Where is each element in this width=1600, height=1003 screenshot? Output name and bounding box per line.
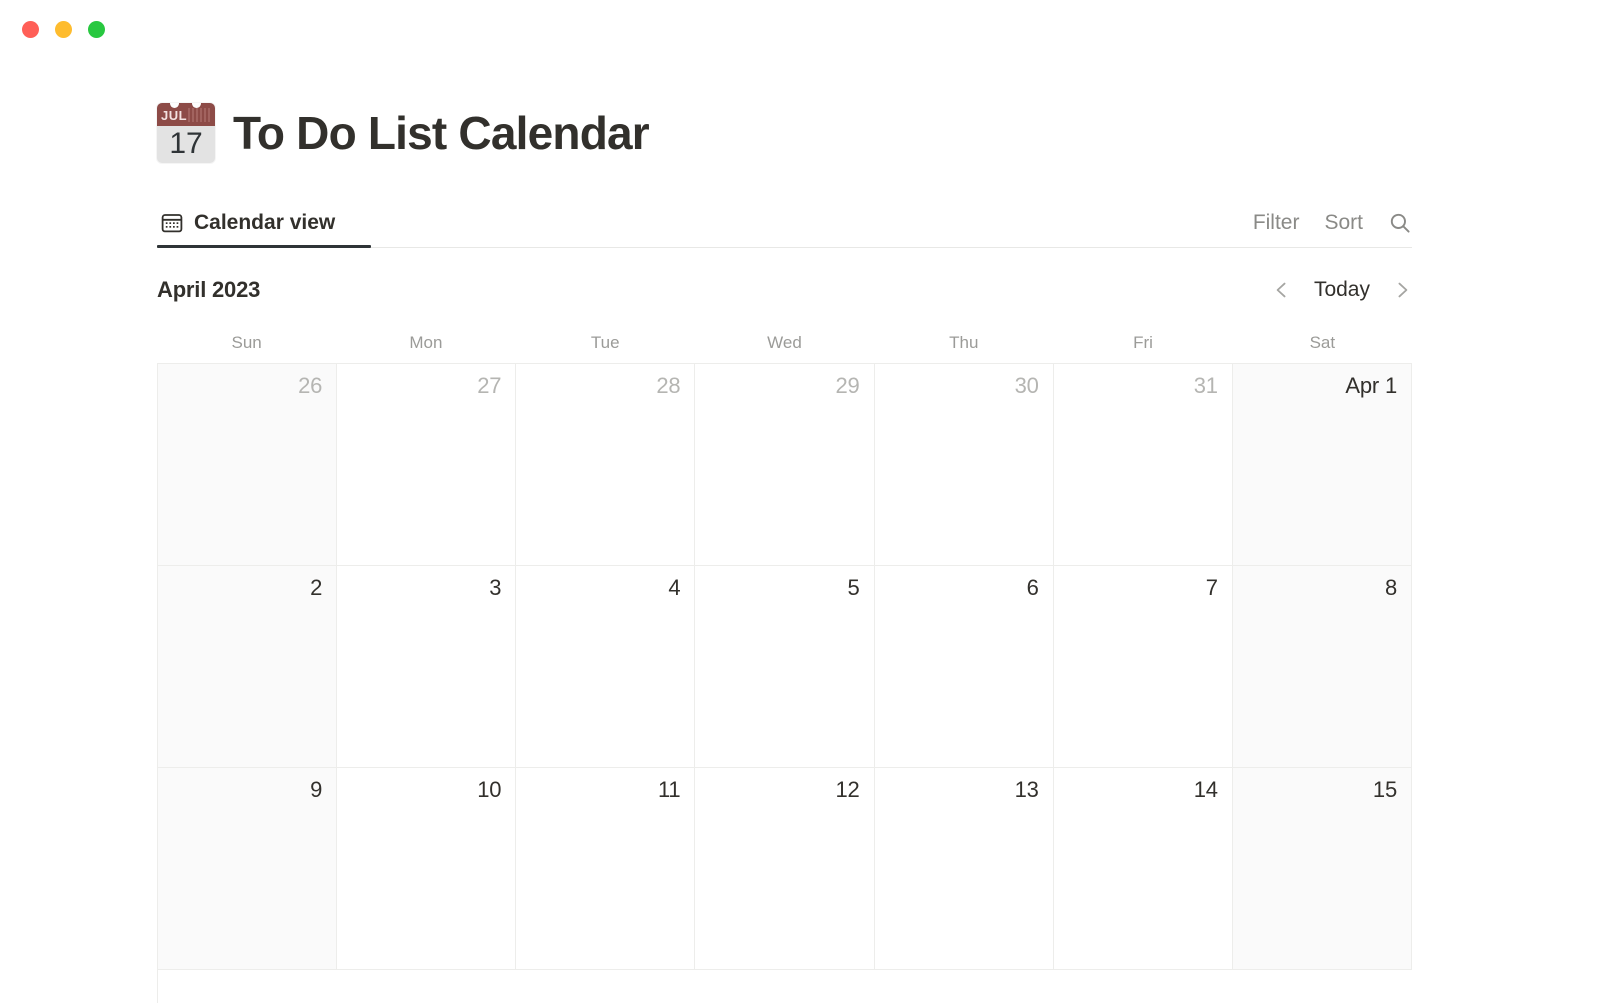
month-label: April 2023 <box>157 277 261 302</box>
calendar-day-cell[interactable]: 12 <box>695 768 875 970</box>
emoji-hatch <box>188 108 212 122</box>
weekday-label-fri: Fri <box>1133 333 1153 352</box>
calendar-day-cell[interactable]: 3 <box>337 566 517 768</box>
tab-calendar-view-label: Calendar view <box>194 210 336 234</box>
calendar-day-cell[interactable]: 7 <box>1053 566 1233 768</box>
chevron-left-icon[interactable] <box>1272 280 1292 300</box>
weekday-label-mon: Mon <box>409 333 443 352</box>
calendar-day-cell[interactable]: 9 <box>158 768 338 970</box>
weekday-label-tue: Tue <box>590 333 620 352</box>
calendar-day-cell[interactable]: Apr 1 <box>1232 364 1412 566</box>
weekday-header-row: Sun Mon Tue Wed Thu Fri Sat <box>157 324 1412 362</box>
filter-button[interactable]: Filter <box>1253 211 1300 235</box>
calendar-day-cell[interactable]: 28 <box>516 364 696 566</box>
page-content: JUL 17 To Do List Calendar Calendar view… <box>0 0 1600 1003</box>
calendar-day-number: 7 <box>1205 575 1218 600</box>
calendar-day-number: 11 <box>657 777 681 802</box>
calendar-day-number: 6 <box>1026 575 1039 600</box>
weekday-label-thu: Thu <box>949 333 979 352</box>
calendar-day-cell[interactable]: 8 <box>1232 566 1412 768</box>
calendar-day-number: 9 <box>310 777 323 802</box>
chevron-right-icon[interactable] <box>1392 280 1412 300</box>
calendar-day-cell[interactable]: 31 <box>1053 364 1233 566</box>
tab-calendar-view[interactable]: Calendar view <box>157 197 349 248</box>
toolbar-actions: Filter Sort <box>1253 197 1412 248</box>
emoji-month-label: JUL <box>161 108 188 123</box>
calendar-emoji-icon: JUL 17 <box>157 103 215 163</box>
view-toolbar: Calendar view Filter Sort <box>157 196 1412 248</box>
calendar-day-number: 3 <box>489 575 502 600</box>
emoji-day-label: 17 <box>169 127 203 160</box>
calendar-day-number: 8 <box>1384 575 1397 600</box>
calendar-view-icon <box>161 212 183 234</box>
sort-button[interactable]: Sort <box>1324 211 1363 235</box>
calendar-month-header: April 2023 Today <box>157 266 1412 314</box>
calendar-day-cell[interactable]: 10 <box>337 768 517 970</box>
calendar-day-cell[interactable]: 13 <box>874 768 1054 970</box>
calendar-day-cell[interactable]: 15 <box>1232 768 1412 970</box>
weekday-label-sun: Sun <box>231 333 262 352</box>
calendar-week-row: 9 10 11 12 13 14 15 <box>158 768 1412 970</box>
calendar-day-number: 29 <box>835 373 860 398</box>
calendar-day-number: 2 <box>310 575 323 600</box>
calendar-day-number: 13 <box>1014 777 1039 802</box>
calendar-day-number: 26 <box>298 373 323 398</box>
calendar-day-number: 14 <box>1193 777 1218 802</box>
calendar-day-number: 31 <box>1193 373 1218 398</box>
calendar-day-number: 12 <box>835 777 860 802</box>
calendar-day-number: 30 <box>1014 373 1039 398</box>
calendar-day-number: 4 <box>668 575 681 600</box>
calendar-day-cell[interactable]: 30 <box>874 364 1054 566</box>
calendar-day-cell[interactable]: 5 <box>695 566 875 768</box>
weekday-label-wed: Wed <box>767 333 802 352</box>
calendar-day-cell[interactable]: 11 <box>516 768 696 970</box>
calendar-day-number: 10 <box>477 777 502 802</box>
page-header: JUL 17 To Do List Calendar <box>157 103 650 163</box>
calendar-day-cell[interactable]: 2 <box>158 566 338 768</box>
calendar-week-row: 2 3 4 5 6 7 8 <box>158 566 1412 768</box>
calendar-day-number: Apr 1 <box>1345 373 1397 398</box>
page-title: To Do List Calendar <box>233 106 650 159</box>
calendar-week-row: 26 27 28 29 30 31 Apr 1 <box>158 364 1412 566</box>
calendar-day-number: 27 <box>477 373 502 398</box>
today-button[interactable]: Today <box>1314 278 1370 302</box>
calendar-day-cell[interactable]: 14 <box>1053 768 1233 970</box>
calendar-day-cell[interactable]: 29 <box>695 364 875 566</box>
month-navigation: Today <box>1272 278 1412 302</box>
calendar-day-cell[interactable]: 27 <box>337 364 517 566</box>
active-tab-indicator <box>157 245 371 248</box>
calendar-day-number: 28 <box>656 373 681 398</box>
weekday-label-sat: Sat <box>1309 333 1336 352</box>
calendar-grid: 26 27 28 29 30 31 Apr 1 2 3 4 5 6 7 8 9 10 11 12 13 14 15 <box>157 363 1412 1003</box>
calendar-day-cell[interactable]: 4 <box>516 566 696 768</box>
calendar-day-cell[interactable]: 26 <box>158 364 338 566</box>
calendar-day-cell[interactable]: 6 <box>874 566 1054 768</box>
calendar-day-number: 15 <box>1372 777 1397 802</box>
calendar-day-number: 5 <box>847 575 860 600</box>
search-icon[interactable] <box>1388 211 1412 235</box>
